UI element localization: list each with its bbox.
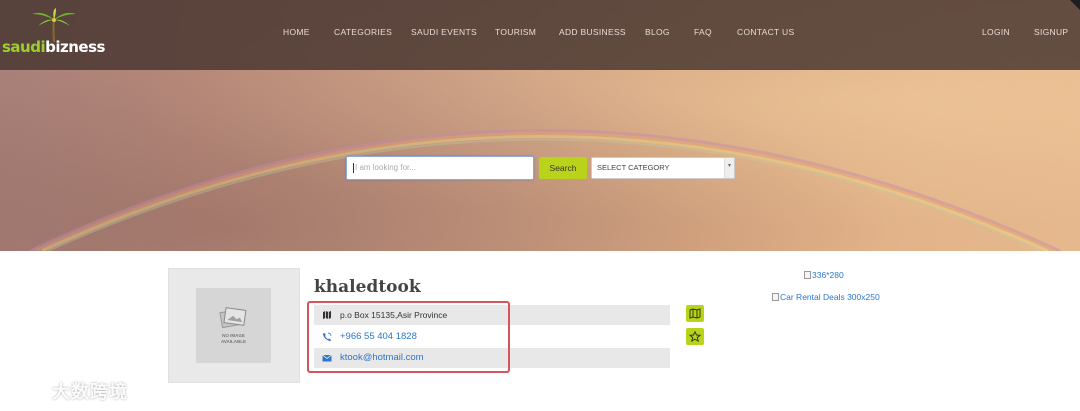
ad-banner-1[interactable]: 336*280	[804, 270, 844, 280]
nav-add-business[interactable]: ADD BUSINESS	[559, 27, 626, 37]
contact-highlight-box	[307, 301, 510, 373]
signup-link[interactable]: SIGNUP	[1034, 27, 1068, 37]
corner-decoration	[1070, 0, 1080, 10]
text-caret	[353, 162, 354, 173]
search-input[interactable]: I am looking for...	[346, 156, 534, 180]
dropdown-arrow-icon: ▾	[724, 158, 734, 178]
watermark-text: 大数跨境	[52, 382, 128, 402]
ad-banner-2[interactable]: Car Rental Deals 300x250	[772, 292, 880, 302]
top-navbar: saudibizness HOME CATEGORIES SAUDI EVENT…	[0, 0, 1080, 70]
broken-image-icon	[804, 271, 811, 279]
nav-categories[interactable]: CATEGORIES	[334, 27, 392, 37]
category-selected-value: SELECT CATEGORY	[597, 163, 670, 172]
business-name: khaledtook	[314, 277, 421, 297]
main-menu: HOME CATEGORIES SAUDI EVENTS TOURISM ADD…	[0, 27, 1080, 41]
category-select[interactable]: SELECT CATEGORY ▾	[591, 157, 735, 179]
login-link[interactable]: LOGIN	[982, 27, 1010, 37]
map-icon	[689, 308, 701, 319]
search-button[interactable]: Search	[539, 157, 587, 179]
map-button[interactable]	[686, 305, 704, 322]
nav-blog[interactable]: BLOG	[645, 27, 670, 37]
nav-faq[interactable]: FAQ	[694, 27, 712, 37]
nav-tourism[interactable]: TOURISM	[495, 27, 536, 37]
search-placeholder: I am looking for...	[355, 163, 416, 172]
favorite-button[interactable]	[686, 328, 704, 345]
photo-icon	[219, 307, 247, 329]
star-icon	[689, 331, 701, 342]
broken-image-icon	[772, 293, 779, 301]
no-image-label: NO IMAGE AVAILABLE	[220, 333, 247, 344]
nav-saudi-events[interactable]: SAUDI EVENTS	[411, 27, 477, 37]
nav-home[interactable]: HOME	[283, 27, 310, 37]
nav-contact-us[interactable]: CONTACT US	[737, 27, 794, 37]
watermark-logo-icon	[10, 381, 43, 403]
